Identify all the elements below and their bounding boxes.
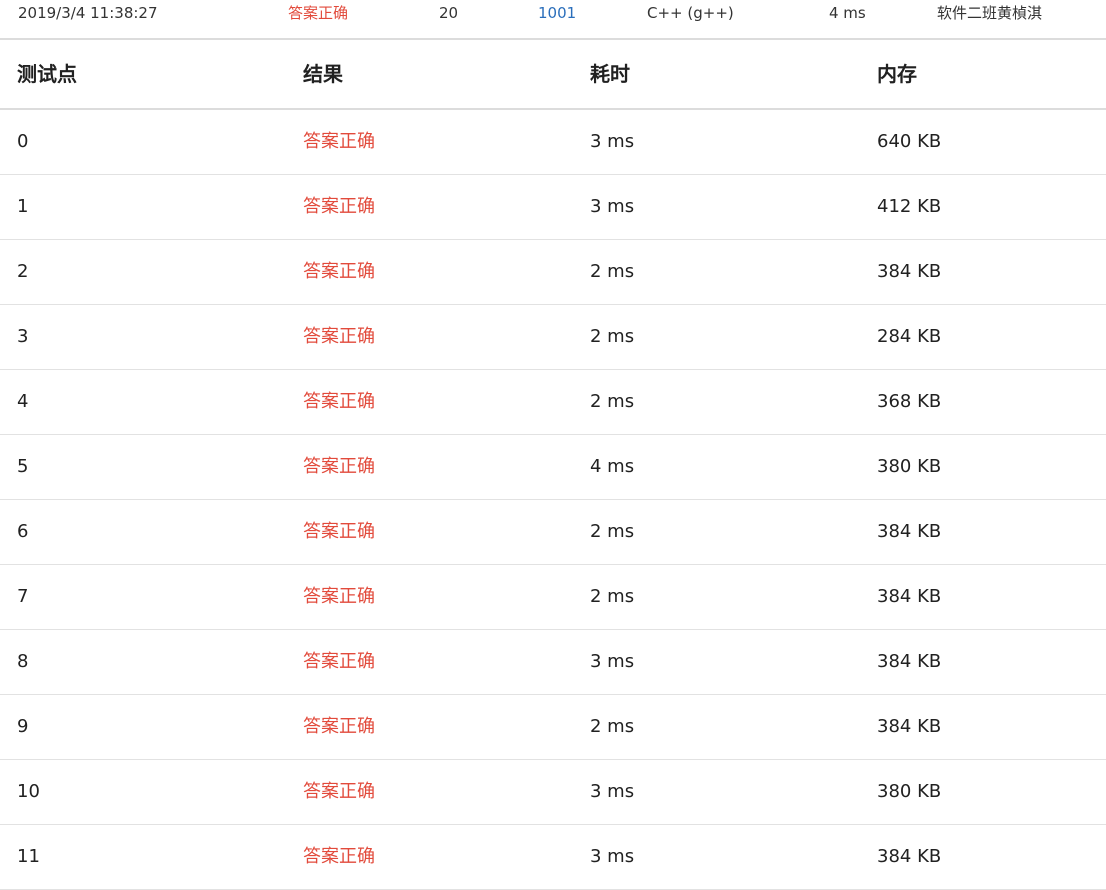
case-memory: 384 KB bbox=[877, 261, 942, 282]
submit-time: 2019/3/4 11:38:27 bbox=[18, 4, 158, 22]
case-memory: 384 KB bbox=[877, 586, 942, 607]
case-result: 答案正确 bbox=[303, 781, 375, 802]
case-result: 答案正确 bbox=[303, 326, 375, 347]
header-case: 测试点 bbox=[17, 62, 77, 86]
case-id: 8 bbox=[17, 651, 29, 672]
table-row: 7 答案正确 2 ms 384 KB bbox=[0, 565, 1106, 630]
submission-run-time: 4 ms bbox=[829, 4, 866, 22]
case-memory: 384 KB bbox=[877, 521, 942, 542]
case-result: 答案正确 bbox=[303, 131, 375, 152]
submission-score: 20 bbox=[439, 4, 459, 22]
table-row: 10 答案正确 3 ms 380 KB bbox=[0, 760, 1106, 825]
table-header: 测试点 结果 耗时 内存 bbox=[0, 40, 1106, 110]
case-memory: 384 KB bbox=[877, 846, 942, 867]
case-memory: 384 KB bbox=[877, 651, 942, 672]
case-id: 6 bbox=[17, 521, 29, 542]
case-time: 2 ms bbox=[590, 586, 635, 607]
case-result: 答案正确 bbox=[303, 391, 375, 412]
case-time: 3 ms bbox=[590, 781, 635, 802]
case-result: 答案正确 bbox=[303, 521, 375, 542]
case-memory: 412 KB bbox=[877, 196, 942, 217]
header-memory: 内存 bbox=[877, 62, 917, 86]
table-row: 8 答案正确 3 ms 384 KB bbox=[0, 630, 1106, 695]
case-time: 3 ms bbox=[590, 846, 635, 867]
header-result: 结果 bbox=[303, 62, 343, 86]
case-result: 答案正确 bbox=[303, 456, 375, 477]
case-result: 答案正确 bbox=[303, 846, 375, 867]
submission-language: C++ (g++) bbox=[647, 4, 734, 22]
header-time: 耗时 bbox=[590, 62, 630, 86]
case-result: 答案正确 bbox=[303, 586, 375, 607]
test-case-table: 测试点 结果 耗时 内存 0 答案正确 3 ms 640 KB 1 答案正确 3 ms 412… bbox=[0, 40, 1106, 890]
case-id: 10 bbox=[17, 781, 40, 802]
case-id: 11 bbox=[17, 846, 40, 867]
case-id: 7 bbox=[17, 586, 29, 607]
case-id: 4 bbox=[17, 391, 29, 412]
case-time: 2 ms bbox=[590, 521, 635, 542]
case-id: 3 bbox=[17, 326, 29, 347]
submission-user: 软件二班黄楨淇 bbox=[937, 4, 1043, 22]
submission-summary-row: 2019/3/4 11:38:27 答案正确 20 1001 C++ (g++)… bbox=[0, 0, 1106, 40]
case-id: 1 bbox=[17, 196, 29, 217]
case-memory: 380 KB bbox=[877, 456, 942, 477]
case-time: 3 ms bbox=[590, 196, 635, 217]
case-id: 9 bbox=[17, 716, 29, 737]
table-row: 0 答案正确 3 ms 640 KB bbox=[0, 110, 1106, 175]
table-row: 6 答案正确 2 ms 384 KB bbox=[0, 500, 1106, 565]
case-time: 4 ms bbox=[590, 456, 635, 477]
problem-link[interactable]: 1001 bbox=[538, 4, 576, 22]
table-row: 4 答案正确 2 ms 368 KB bbox=[0, 370, 1106, 435]
case-time: 2 ms bbox=[590, 716, 635, 737]
case-result: 答案正确 bbox=[303, 716, 375, 737]
case-result: 答案正确 bbox=[303, 261, 375, 282]
case-time: 2 ms bbox=[590, 326, 635, 347]
case-result: 答案正确 bbox=[303, 651, 375, 672]
case-id: 5 bbox=[17, 456, 29, 477]
table-row: 11 答案正确 3 ms 384 KB bbox=[0, 825, 1106, 890]
case-time: 3 ms bbox=[590, 651, 635, 672]
table-body: 0 答案正确 3 ms 640 KB 1 答案正确 3 ms 412 KB 2 答案正确 2 ms 3… bbox=[0, 110, 1106, 890]
case-memory: 384 KB bbox=[877, 716, 942, 737]
table-row: 2 答案正确 2 ms 384 KB bbox=[0, 240, 1106, 305]
case-time: 3 ms bbox=[590, 131, 635, 152]
case-memory: 640 KB bbox=[877, 131, 942, 152]
case-time: 2 ms bbox=[590, 391, 635, 412]
table-row: 5 答案正确 4 ms 380 KB bbox=[0, 435, 1106, 500]
case-result: 答案正确 bbox=[303, 196, 375, 217]
case-memory: 284 KB bbox=[877, 326, 942, 347]
table-row: 1 答案正确 3 ms 412 KB bbox=[0, 175, 1106, 240]
case-time: 2 ms bbox=[590, 261, 635, 282]
table-row: 9 答案正确 2 ms 384 KB bbox=[0, 695, 1106, 760]
table-row: 3 答案正确 2 ms 284 KB bbox=[0, 305, 1106, 370]
case-memory: 380 KB bbox=[877, 781, 942, 802]
case-id: 0 bbox=[17, 131, 29, 152]
submission-status: 答案正确 bbox=[288, 4, 349, 22]
case-memory: 368 KB bbox=[877, 391, 942, 412]
case-id: 2 bbox=[17, 261, 29, 282]
